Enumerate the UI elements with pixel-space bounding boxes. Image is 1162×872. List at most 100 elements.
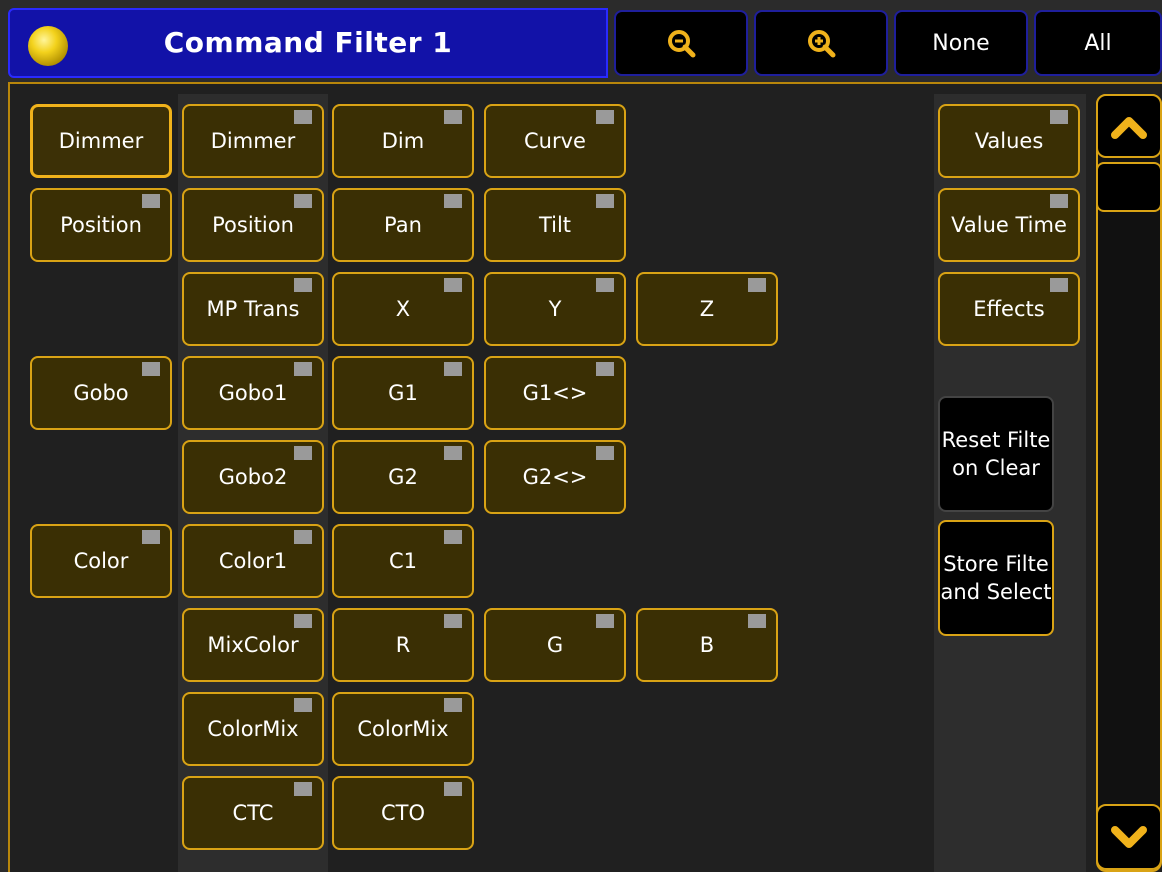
- channel-curve-button[interactable]: Curve: [484, 104, 626, 178]
- toggle-indicator: [444, 110, 462, 124]
- filter-effects-button[interactable]: Effects: [938, 272, 1080, 346]
- channel-b-button[interactable]: B: [636, 608, 778, 682]
- group-dimmer-button[interactable]: Dimmer: [30, 104, 172, 178]
- filter-effects-label: Effects: [973, 297, 1045, 321]
- zoom-out-icon: [668, 30, 696, 58]
- scroll-up-button[interactable]: [1096, 94, 1162, 158]
- store-filter-and-select-button[interactable]: Store Filte and Select: [938, 520, 1054, 636]
- zoom-out-button[interactable]: [614, 10, 748, 76]
- channel-g1-label: G1: [388, 381, 418, 405]
- toggle-indicator: [748, 278, 766, 292]
- select-all-button[interactable]: All: [1034, 10, 1162, 76]
- channel-c1-button[interactable]: C1: [332, 524, 474, 598]
- group-color-button[interactable]: Color: [30, 524, 172, 598]
- attr-position-button[interactable]: Position: [182, 188, 324, 262]
- toggle-indicator: [444, 782, 462, 796]
- toggle-indicator: [596, 110, 614, 124]
- toggle-indicator: [444, 278, 462, 292]
- toggle-indicator: [294, 698, 312, 712]
- toggle-indicator: [142, 362, 160, 376]
- window-title: Command Filter 1: [163, 26, 453, 59]
- toggle-indicator: [444, 614, 462, 628]
- channel-g2-label: G2: [388, 465, 418, 489]
- group-gobo-button[interactable]: Gobo: [30, 356, 172, 430]
- channel-g-label: G: [546, 633, 564, 657]
- channel-z-button[interactable]: Z: [636, 272, 778, 346]
- toggle-indicator: [444, 194, 462, 208]
- toggle-indicator: [142, 530, 160, 544]
- toggle-indicator: [294, 194, 312, 208]
- filter-value-time-label: Value Time: [951, 213, 1067, 237]
- channel-g1-rotate-label: G1<>: [522, 381, 588, 405]
- attr-dimmer-button[interactable]: Dimmer: [182, 104, 324, 178]
- channel-c1-label: C1: [388, 549, 418, 573]
- attr-color1-button[interactable]: Color1: [182, 524, 324, 598]
- channel-g2-rotate-button[interactable]: G2<>: [484, 440, 626, 514]
- toggle-indicator: [444, 362, 462, 376]
- select-none-button[interactable]: None: [894, 10, 1028, 76]
- toggle-indicator: [294, 782, 312, 796]
- attr-ctc-label: CTC: [232, 801, 274, 825]
- filter-values-button[interactable]: Values: [938, 104, 1080, 178]
- channel-x-label: X: [395, 297, 411, 321]
- toggle-indicator: [444, 698, 462, 712]
- toggle-indicator: [596, 278, 614, 292]
- group-color-label: Color: [73, 549, 129, 573]
- chevron-up-icon: [1111, 117, 1147, 139]
- attr-dimmer-label: Dimmer: [210, 129, 296, 153]
- toggle-indicator: [294, 614, 312, 628]
- attr-gobo2-label: Gobo2: [218, 465, 288, 489]
- toggle-indicator: [294, 110, 312, 124]
- zoom-in-button[interactable]: [754, 10, 888, 76]
- toggle-indicator: [294, 362, 312, 376]
- attr-color1-label: Color1: [218, 549, 288, 573]
- channel-y-label: Y: [548, 297, 562, 321]
- channel-dim-button[interactable]: Dim: [332, 104, 474, 178]
- channel-g-button[interactable]: G: [484, 608, 626, 682]
- attr-colormix-label: ColorMix: [207, 717, 299, 741]
- group-position-label: Position: [60, 213, 142, 237]
- toggle-indicator: [596, 362, 614, 376]
- attr-mp-trans-button[interactable]: MP Trans: [182, 272, 324, 346]
- channel-g1-rotate-button[interactable]: G1<>: [484, 356, 626, 430]
- attr-gobo1-button[interactable]: Gobo1: [182, 356, 324, 430]
- attr-colormix-button[interactable]: ColorMix: [182, 692, 324, 766]
- channel-g2-rotate-label: G2<>: [522, 465, 588, 489]
- channel-tilt-button[interactable]: Tilt: [484, 188, 626, 262]
- channel-pan-button[interactable]: Pan: [332, 188, 474, 262]
- channel-y-button[interactable]: Y: [484, 272, 626, 346]
- channel-g2-button[interactable]: G2: [332, 440, 474, 514]
- toggle-indicator: [596, 194, 614, 208]
- channel-g1-button[interactable]: G1: [332, 356, 474, 430]
- toggle-indicator: [1050, 110, 1068, 124]
- filter-values-label: Values: [974, 129, 1044, 153]
- channel-cto-button[interactable]: CTO: [332, 776, 474, 850]
- scroll-down-button[interactable]: [1096, 804, 1162, 870]
- filter-value-time-button[interactable]: Value Time: [938, 188, 1080, 262]
- channel-r-button[interactable]: R: [332, 608, 474, 682]
- toggle-indicator: [142, 194, 160, 208]
- channel-curve-label: Curve: [524, 129, 586, 153]
- attr-ctc-button[interactable]: CTC: [182, 776, 324, 850]
- group-position-button[interactable]: Position: [30, 188, 172, 262]
- group-dimmer-label: Dimmer: [58, 129, 144, 153]
- scrollbar-thumb[interactable]: [1096, 162, 1162, 212]
- channel-pan-label: Pan: [384, 213, 422, 237]
- toggle-indicator: [444, 446, 462, 460]
- toggle-indicator: [444, 530, 462, 544]
- attr-gobo2-button[interactable]: Gobo2: [182, 440, 324, 514]
- chevron-down-icon: [1111, 826, 1147, 848]
- attr-mixcolor-button[interactable]: MixColor: [182, 608, 324, 682]
- attr-mixcolor-label: MixColor: [207, 633, 299, 657]
- toggle-indicator: [1050, 278, 1068, 292]
- zoom-in-icon: [808, 30, 836, 58]
- toggle-indicator: [294, 530, 312, 544]
- channel-z-label: Z: [699, 297, 715, 321]
- channel-x-button[interactable]: X: [332, 272, 474, 346]
- attr-position-label: Position: [212, 213, 294, 237]
- reset-filter-on-clear-button[interactable]: Reset Filte on Clear: [938, 396, 1054, 512]
- attr-gobo1-label: Gobo1: [218, 381, 288, 405]
- channel-dim-label: Dim: [381, 129, 425, 153]
- channel-colormix-button[interactable]: ColorMix: [332, 692, 474, 766]
- toggle-indicator: [596, 614, 614, 628]
